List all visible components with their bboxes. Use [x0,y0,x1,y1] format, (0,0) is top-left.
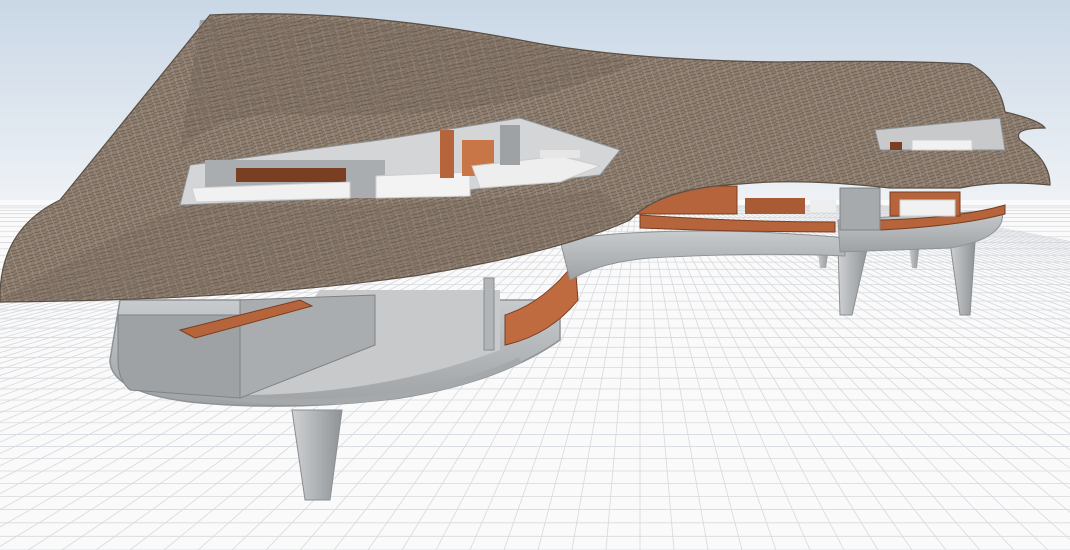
3d-scene[interactable] [0,0,1070,550]
3d-viewport[interactable] [0,0,1070,550]
